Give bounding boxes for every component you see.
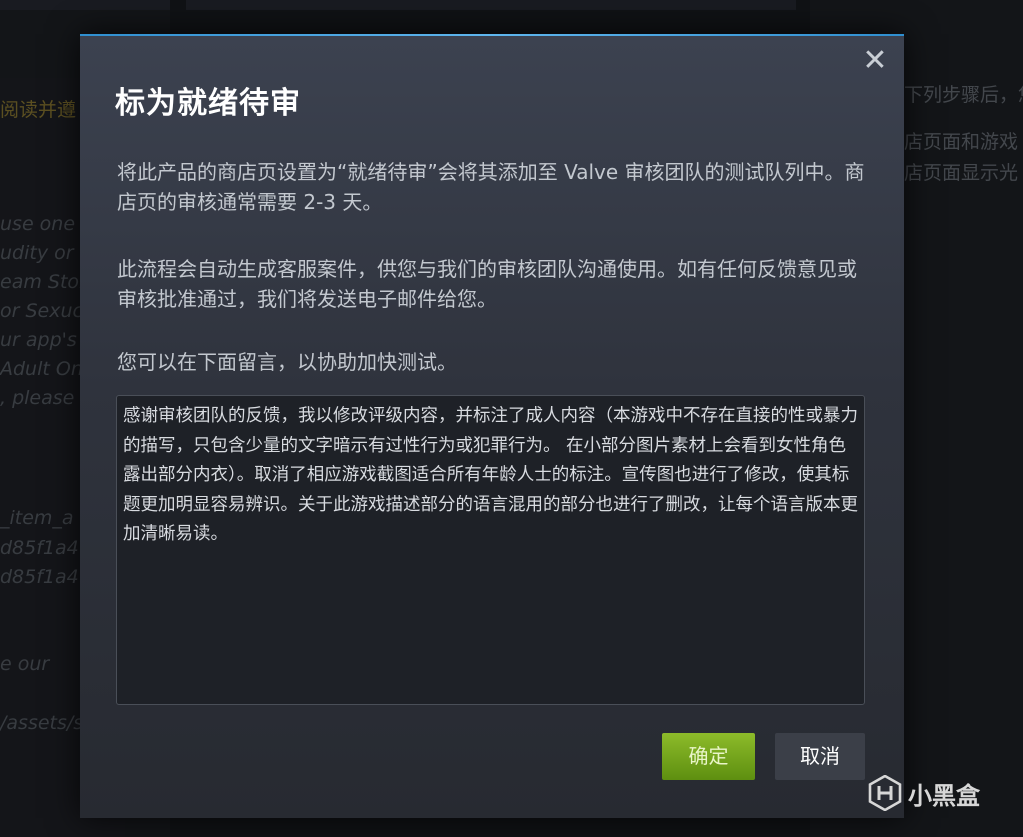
dialog-accent-line xyxy=(80,34,904,36)
xiaoheihe-logo-icon xyxy=(868,775,902,811)
watermark: 小黑盒 xyxy=(868,775,980,811)
confirm-button[interactable]: 确定 xyxy=(662,733,755,780)
dialog-description-review: 将此产品的商店页设置为“就绪待审”会将其添加至 Valve 审核团队的测试队列中… xyxy=(117,160,865,214)
comment-prompt: 您可以在下面留言，以协助加快测试。 xyxy=(117,350,457,374)
cancel-button[interactable]: 取消 xyxy=(775,733,865,780)
ready-for-review-dialog: ✕ 标为就绪待审 将此产品的商店页设置为“就绪待审”会将其添加至 Valve 审… xyxy=(80,34,904,818)
close-icon[interactable]: ✕ xyxy=(860,46,890,76)
comment-textarea[interactable]: 感谢审核团队的反馈，我以修改评级内容，并标注了成人内容（本游戏中不存在直接的性或… xyxy=(116,395,865,705)
dialog-description-support: 此流程会自动生成客服案件，供您与我们的审核团队沟通使用。如有任何反馈意见或审核批… xyxy=(117,257,857,311)
dialog-title: 标为就绪待审 xyxy=(115,86,301,121)
watermark-text: 小黑盒 xyxy=(908,781,980,810)
